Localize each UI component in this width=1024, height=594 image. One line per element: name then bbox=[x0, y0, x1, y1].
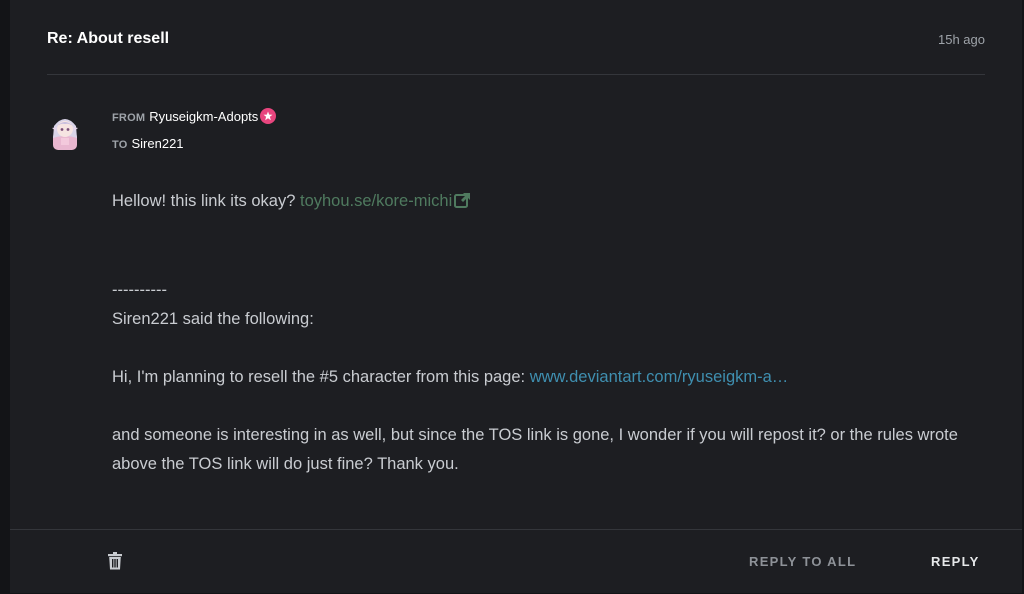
quote-paragraph-1: Hi, I'm planning to resell the #5 charac… bbox=[112, 363, 982, 392]
message-header: Re: About resell 15h ago bbox=[47, 0, 985, 75]
quote-attribution: Siren221 said the following: bbox=[112, 310, 314, 328]
sender-avatar[interactable] bbox=[50, 114, 80, 150]
message-timestamp: 15h ago bbox=[938, 32, 985, 47]
to-row: TO Siren221 bbox=[112, 136, 184, 151]
quote-separator: ---------- bbox=[112, 281, 167, 299]
quote-paragraph-2: and someone is interesting in as well, b… bbox=[112, 426, 958, 473]
toyhouse-link[interactable]: toyhou.se/kore-michi bbox=[300, 192, 452, 210]
reply-button[interactable]: REPLY bbox=[931, 554, 980, 569]
body-text-1: Hellow! this link its okay? bbox=[112, 192, 300, 210]
external-link-icon[interactable] bbox=[454, 189, 471, 218]
body-line-1: Hellow! this link its okay? toyhou.se/ko… bbox=[112, 187, 982, 218]
quote-text-1: Hi, I'm planning to resell the #5 charac… bbox=[112, 368, 530, 386]
from-row: FROM Ryuseigkm-Adopts bbox=[112, 108, 277, 124]
recipient-name[interactable]: Siren221 bbox=[131, 136, 183, 151]
sender-name[interactable]: Ryuseigkm-Adopts bbox=[149, 109, 258, 124]
trash-icon[interactable] bbox=[108, 552, 122, 575]
deviantart-link[interactable]: www.deviantart.com/ryuseigkm-a… bbox=[530, 368, 789, 386]
message-panel: Re: About resell 15h ago FROM Ryuseigkm-A… bbox=[10, 0, 1022, 593]
reply-to-all-button[interactable]: REPLY TO ALL bbox=[749, 554, 856, 569]
from-label: FROM bbox=[112, 112, 146, 124]
to-label: TO bbox=[112, 139, 128, 151]
message-subject: Re: About resell bbox=[47, 30, 170, 47]
star-badge-icon bbox=[260, 108, 277, 124]
message-footer: REPLY TO ALL REPLY bbox=[10, 529, 1022, 594]
message-body: Hellow! this link its okay? toyhou.se/ko… bbox=[112, 187, 982, 479]
